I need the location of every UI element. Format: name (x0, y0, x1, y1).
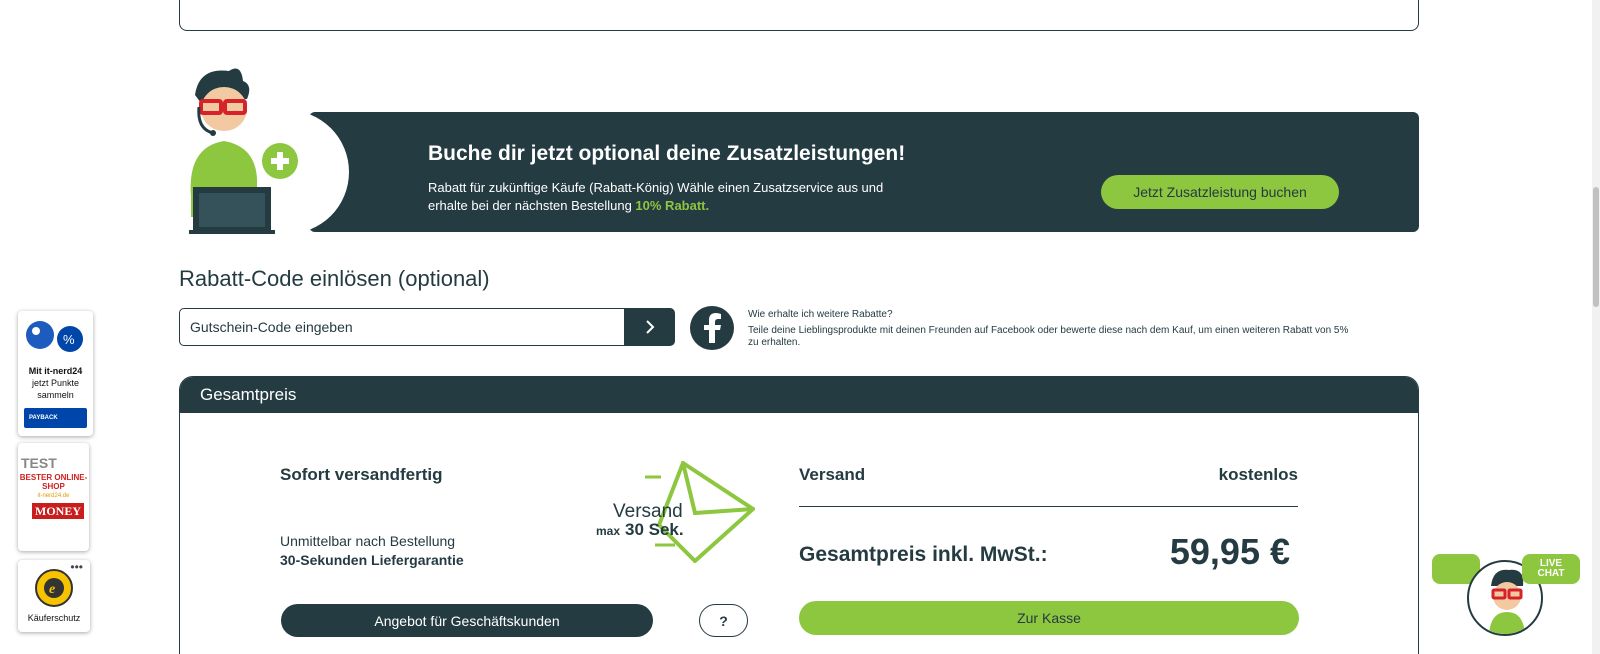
svg-text:e: e (49, 582, 55, 597)
facebook-icon[interactable] (690, 306, 734, 350)
payback-points-icon: % (26, 321, 83, 352)
svg-text:%: % (63, 332, 75, 347)
ready-to-ship-line1: Unmittelbar nach Bestellung (280, 533, 456, 549)
envelope-subtext: 30 Sek. (625, 520, 684, 539)
total-price-header: Gesamtpreis (180, 377, 1418, 413)
shipping-value: kostenlos (1218, 465, 1298, 484)
voucher-submit-button[interactable] (624, 308, 675, 346)
chat-label: CHAT (1537, 568, 1565, 579)
payback-text-bold: Mit it-nerd24 (28, 366, 83, 376)
scrollbar-thumb[interactable] (1593, 187, 1599, 307)
trusted-shops-badge[interactable]: ••• e Käuferschutz (18, 560, 90, 632)
buyer-protection-label: Käuferschutz (27, 613, 81, 623)
live-chat-widget[interactable]: LIVE CHAT (1432, 548, 1580, 638)
envelope-max: max (596, 524, 620, 538)
envelope-text: Versand (613, 501, 683, 522)
nerd-mascot-icon (189, 68, 298, 234)
payback-badge[interactable]: % Mit it-nerd24 jetzt Punkte sammeln PAYB… (18, 311, 93, 436)
ready-to-ship-line2: 30-Sekunden Liefergarantie (280, 552, 464, 568)
more-discounts-question: Wie erhalte ich weitere Rabatte? (748, 309, 893, 320)
promo-banner: Buche dir jetzt optional deine Zusatzlei… (179, 68, 1419, 234)
discount-code-title: Rabatt-Code einlösen (optional) (179, 266, 490, 291)
payback-text: Mit it-nerd24 jetzt Punkte sammeln (18, 365, 93, 401)
promo-text: Rabatt für zukünftige Käufe (Rabatt-Köni… (428, 179, 888, 215)
total-label: Gesamtpreis inkl. MwSt.: (799, 543, 1048, 566)
total-value: 59,95 € (1169, 531, 1290, 572)
best-shop-label: BESTER ONLINE-SHOP (19, 473, 88, 491)
shipping-label: Versand (799, 465, 866, 484)
envelope-delivery-icon: Versand max 30 Sek. (596, 461, 755, 563)
scrollbar-track[interactable] (1592, 0, 1600, 654)
voucher-code-input[interactable]: Gutschein-Code eingeben (179, 308, 625, 346)
live-chat-label-text: LIVE CHAT (1537, 559, 1564, 579)
money-logo: MONEY (32, 503, 84, 519)
chevron-right-icon (645, 320, 654, 334)
more-discounts-text: Teile deine Lieblingsprodukte mit deinen… (748, 325, 1349, 348)
promo-highlight: 10% Rabatt. (635, 198, 710, 213)
live-chat-label[interactable]: LIVE CHAT (1522, 554, 1580, 584)
divider (799, 506, 1298, 507)
promo-title: Buche dir jetzt optional deine Zusatzlei… (428, 142, 906, 165)
best-shop-badge[interactable]: TEST BESTER ONLINE-SHOP it-nerd24.de MON… (18, 443, 89, 551)
trusted-shops-seal-icon: e (35, 569, 73, 607)
previous-section-box (179, 0, 1419, 31)
book-additional-service-button[interactable]: Jetzt Zusatzleistung buchen (1101, 175, 1339, 209)
help-button[interactable]: ? (699, 604, 748, 637)
test-label: TEST (21, 455, 57, 471)
payback-text-rest: jetzt Punkte sammeln (31, 378, 80, 400)
payback-logo: PAYBACK (24, 408, 87, 428)
business-offer-button[interactable]: Angebot für Geschäftskunden (281, 604, 653, 637)
ready-to-ship-title: Sofort versandfertig (280, 465, 443, 484)
checkout-button[interactable]: Zur Kasse (799, 601, 1299, 635)
total-price-panel: Gesamtpreis Sofort versandfertig Unmitte… (179, 376, 1419, 654)
best-shop-site: it-nerd24.de (37, 493, 70, 499)
